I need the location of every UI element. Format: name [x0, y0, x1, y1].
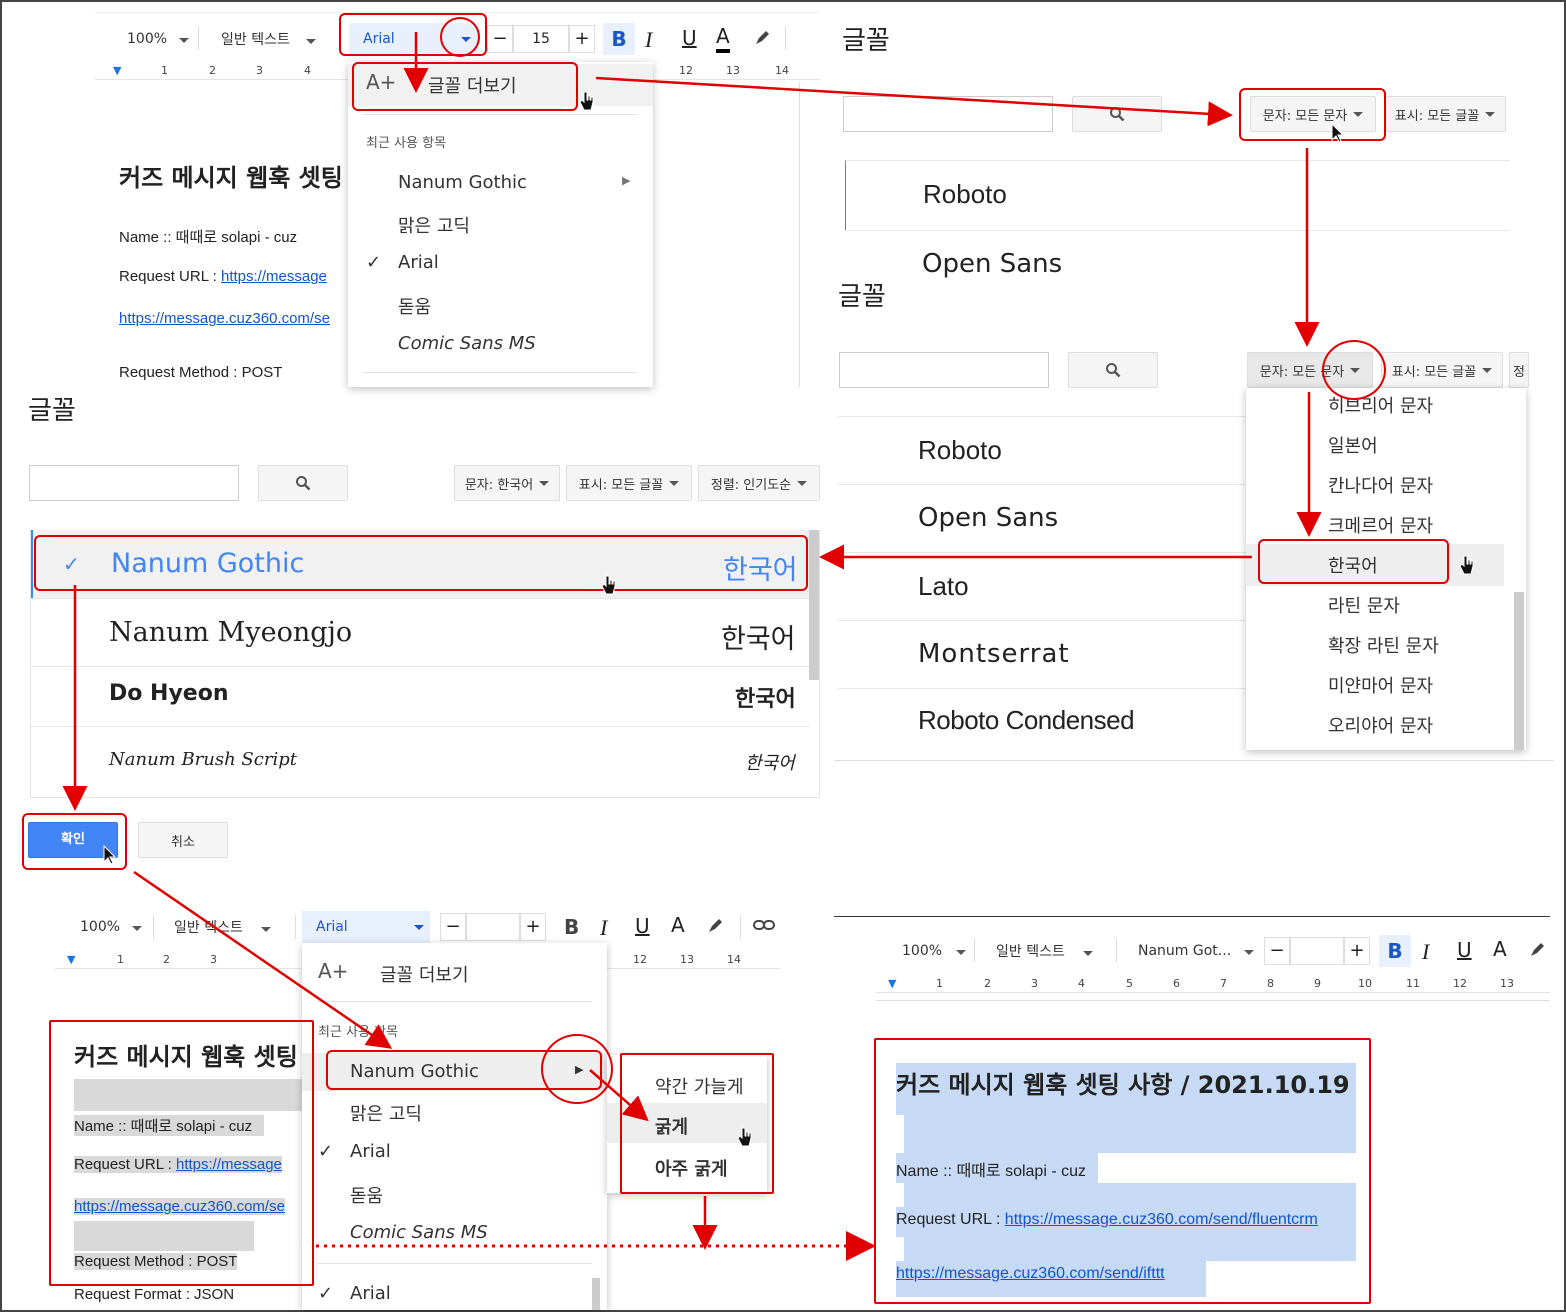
pointer-cursor-icon [103, 844, 117, 865]
hand-cursor-icon [1459, 555, 1474, 575]
hand-cursor-icon [737, 1127, 752, 1147]
pointer-cursor-icon [1331, 122, 1345, 143]
hand-cursor-icon [579, 91, 594, 111]
hand-cursor-icon [601, 575, 616, 595]
annotation-arrows [62, 32, 1474, 1261]
arrow-to-script-filter [595, 76, 1233, 127]
arrow-to-nanum-menu [133, 870, 393, 1049]
arrow-to-bold-weight [589, 1069, 649, 1122]
